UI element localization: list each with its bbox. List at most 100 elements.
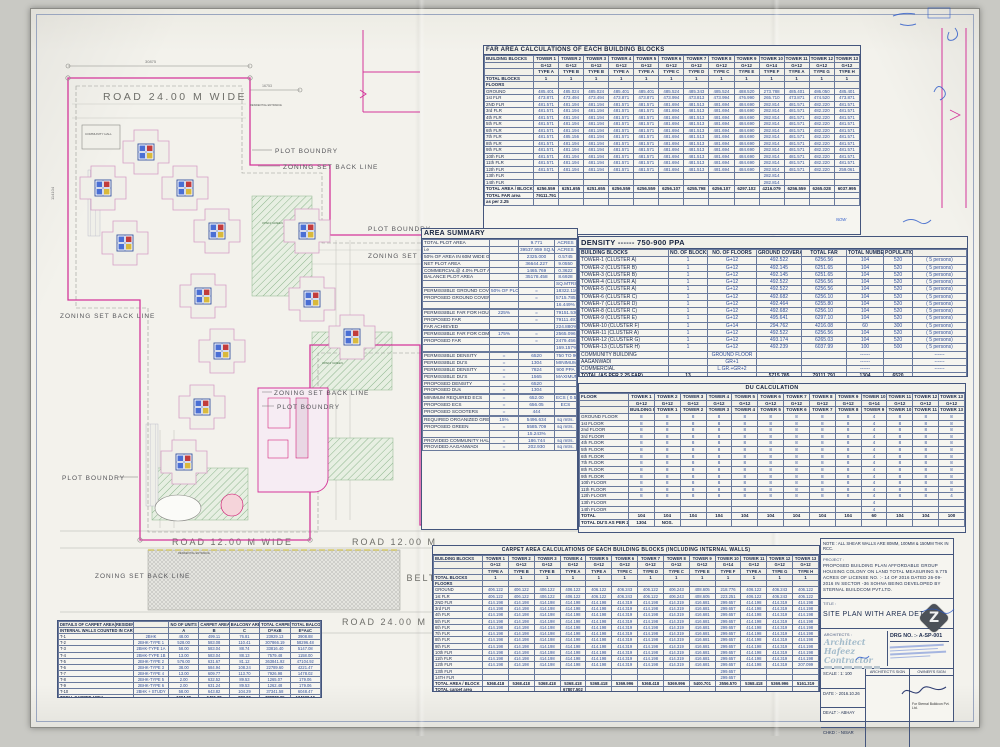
table-cell: 6496.38 (199, 695, 229, 698)
table-cell (758, 500, 784, 507)
table-cell: TOWER 1 (534, 56, 559, 63)
table-cell: TOWER 13 (834, 56, 859, 63)
drg-no: DRG NO. :- A-SP-001 (890, 633, 949, 642)
table-cell: TOWER-4 (CLUSTER A) (580, 279, 669, 286)
table-cell: INTERNAL WALLS COUNTED IN CARPET (59, 628, 134, 634)
table-cell: 1 (669, 308, 708, 315)
table-cell: 8 (835, 486, 861, 493)
table-cell: 444 (519, 409, 555, 416)
table-cell: 8 (809, 433, 835, 440)
date-value: DATE :- 2016.10.26 (821, 689, 865, 709)
table-cell (884, 366, 913, 373)
table-cell: 100 (847, 344, 884, 351)
table-cell: 8 (732, 466, 758, 473)
dealt-value: DEALT :- ABHAY (821, 708, 865, 728)
table-cell: TOTAL AREA / BLOCK (485, 186, 534, 193)
architect-sign-cell (866, 676, 910, 747)
table-cell: 8 (913, 480, 939, 487)
table-cell: 1304 (519, 387, 555, 394)
table-cell: 8 (887, 440, 913, 447)
table-cell: 104 (887, 513, 913, 520)
table-cell: 1st FLOOR (580, 420, 629, 427)
table-cell: 6256.56 (802, 286, 847, 293)
table-cell (809, 519, 835, 526)
svg-text:PLOT BOUNDRY: PLOT BOUNDRY (62, 475, 125, 482)
table-cell: TOWER 10 (861, 394, 887, 401)
open-green-label: OPEN/ GREEN (322, 361, 343, 365)
table-cell: 4 (861, 473, 887, 480)
table-cell: 8 (680, 427, 706, 434)
table-cell: TOWER 7 (784, 394, 810, 401)
table-cell: 8 (939, 460, 965, 467)
table-cell: TOWER 9 (835, 394, 861, 401)
table-cell: 8 (809, 460, 835, 467)
table-cell (490, 240, 519, 247)
table-cell (555, 409, 577, 416)
table-cell: TOWER 1 (654, 407, 680, 414)
table-cell: 8 (835, 420, 861, 427)
table-cell: REQUIRED ORGANIZED GREEN @ (423, 416, 490, 423)
table-cell: BALANCE PLOT AREA (423, 274, 490, 281)
table-cell: ------ (847, 366, 884, 373)
table-cell: BUILDING BLOCKS (629, 407, 655, 414)
table-cell (638, 687, 664, 692)
table-cell: 8 (680, 460, 706, 467)
table-cell: 4 (861, 466, 887, 473)
table-cell (490, 323, 519, 330)
table-cell: 11th FLOOR (580, 486, 629, 493)
table-cell: 4 (861, 453, 887, 460)
table-cell (580, 400, 629, 407)
table-cell: G+12 (913, 400, 939, 407)
table-cell: 8 (629, 433, 655, 440)
table-cell: 8 (809, 420, 835, 427)
table-cell: = (490, 423, 519, 430)
table-cell: TOWER 3 (534, 556, 560, 562)
table-cell (669, 351, 708, 358)
table-cell: ------ (847, 358, 884, 365)
table-cell: 8 (784, 447, 810, 454)
table-cell: 1465.769 (519, 267, 555, 274)
table-cell: ( 5 persons) (913, 264, 967, 271)
table-cell: TOWER-6 (CLUSTER C) (580, 293, 669, 300)
svg-text:ZONING SET BACK LINE: ZONING SET BACK LINE (274, 390, 369, 397)
table-cell: 104 (758, 513, 784, 520)
table-cell: 104 (847, 293, 884, 300)
table-cell: 4 (861, 433, 887, 440)
table-cell: = (490, 437, 519, 444)
table-cell: TOTAL CARPET AREA (SQFT) (260, 622, 290, 628)
table-cell: 8 (939, 427, 965, 434)
table-cell: 8 (629, 413, 655, 420)
table-cell: ( 5 persons) (913, 293, 967, 300)
table-cell: 8 (835, 433, 861, 440)
table-cell: 2BHK-TYPE 5 (134, 676, 169, 682)
table-cell: TOWER 12 (767, 556, 793, 562)
table-cell (757, 366, 802, 373)
table-cell: TOWER 3 (584, 56, 609, 63)
table-cell (519, 323, 555, 330)
table-cell: 2BHK-TYPE 4 (134, 670, 169, 676)
table-cell: TOWER-3 (CLUSTER B) (580, 271, 669, 278)
table-cell: 8 (654, 486, 680, 493)
table-cell (508, 687, 534, 692)
table-cell (609, 199, 634, 206)
table-cell: TOWER 4 (560, 556, 586, 562)
table-cell: 493.174 (757, 337, 802, 344)
table-cell: 4 (861, 493, 887, 500)
table-cell: TOTAL PLOT AREA (423, 240, 490, 247)
table-cell: G+12 (629, 400, 655, 407)
table-cell: 4 (861, 447, 887, 454)
table-cell: PERMISSIBLE DENSITY (423, 353, 490, 360)
table-cell: 8 (654, 420, 680, 427)
table-cell: TOWER 7 (809, 407, 835, 414)
table-cell: 8 (629, 453, 655, 460)
table-cell: 8 (809, 440, 835, 447)
table-cell: 2BHK-TYPE 2 (134, 658, 169, 664)
table-cell: G+12 (732, 400, 758, 407)
table-cell: 8 (680, 420, 706, 427)
table-cell: 104 (732, 513, 758, 520)
table-cell: 100 (939, 513, 965, 520)
table-cell: 8 (913, 460, 939, 467)
table-cell: 900 PPA (555, 366, 577, 373)
table-cell: 8 (809, 493, 835, 500)
table-cell: 8 (887, 486, 913, 493)
